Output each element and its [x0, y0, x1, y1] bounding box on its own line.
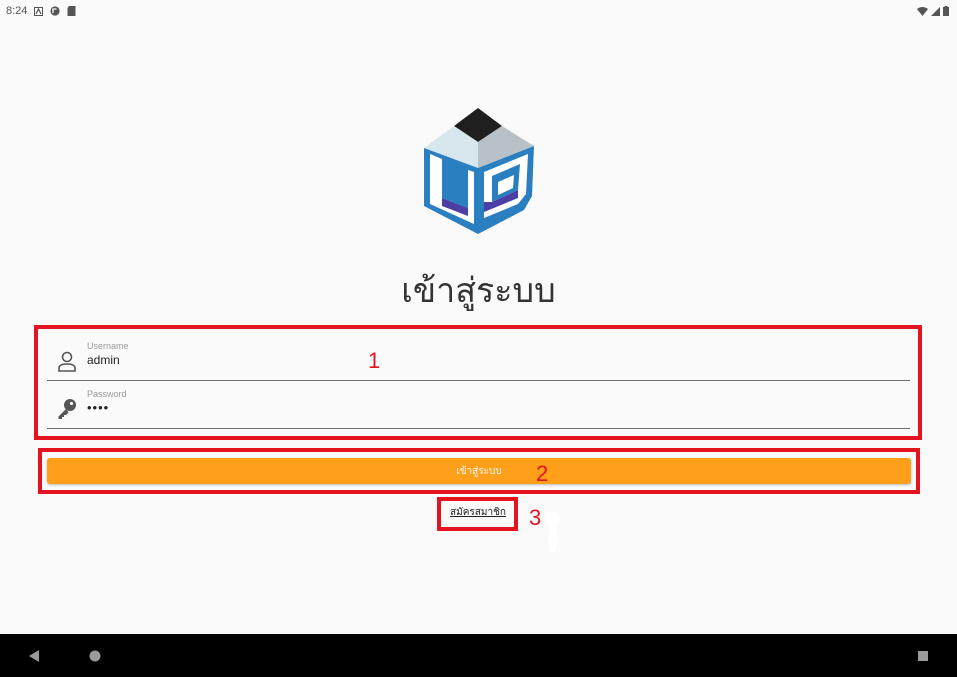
app-logo [424, 108, 534, 234]
status-left: 8:24 [0, 5, 76, 17]
back-icon[interactable] [26, 647, 44, 665]
navigation-bar [0, 634, 957, 677]
status-right [917, 6, 957, 16]
annotation-number-3: 3 [529, 505, 542, 530]
notification-a-icon [34, 6, 44, 16]
annotation-box-2 [38, 448, 920, 494]
recents-icon[interactable] [914, 647, 932, 665]
annotation-box-3 [437, 497, 518, 531]
cursor-artifact [546, 511, 560, 554]
wifi-icon [917, 6, 928, 16]
signal-icon [931, 6, 940, 16]
annotation-number-1: 1 [368, 348, 381, 373]
page-title: เข้าสู่ระบบ [401, 271, 556, 311]
app-notification-icon [50, 6, 61, 16]
battery-icon [943, 6, 949, 16]
annotation-box-1 [34, 325, 922, 440]
annotation-number-2: 2 [536, 461, 549, 486]
status-time: 8:24 [6, 5, 28, 17]
sd-card-icon [67, 6, 76, 16]
home-icon[interactable] [86, 647, 104, 665]
status-bar: 8:24 [0, 0, 957, 22]
